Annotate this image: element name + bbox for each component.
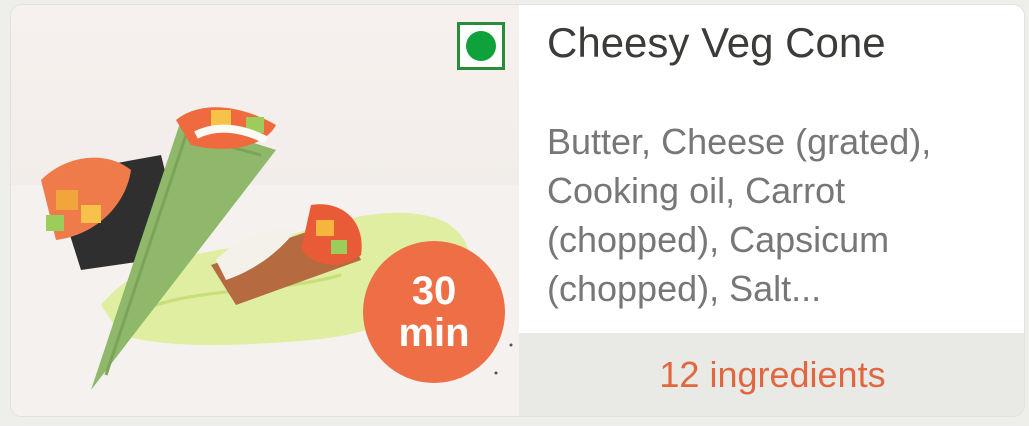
veg-indicator-icon bbox=[457, 22, 505, 70]
ingredients-summary: Butter, Cheese (grated), Cooking oil, Ca… bbox=[547, 121, 932, 309]
cook-time-value: 30 bbox=[411, 269, 457, 313]
cook-time-unit: min bbox=[398, 311, 470, 355]
cook-time-badge: 30 min bbox=[363, 241, 505, 383]
recipe-card[interactable]: 30 min Cheesy Veg Cone Butter, Cheese (g… bbox=[10, 4, 1025, 417]
recipe-photo: 30 min bbox=[11, 5, 519, 416]
recipe-title[interactable]: Cheesy Veg Cone bbox=[547, 19, 886, 67]
veg-dot bbox=[466, 31, 496, 61]
ingredient-count: 12 ingredients bbox=[659, 353, 886, 395]
ingredients-footer[interactable]: 12 ingredients bbox=[519, 333, 1024, 416]
